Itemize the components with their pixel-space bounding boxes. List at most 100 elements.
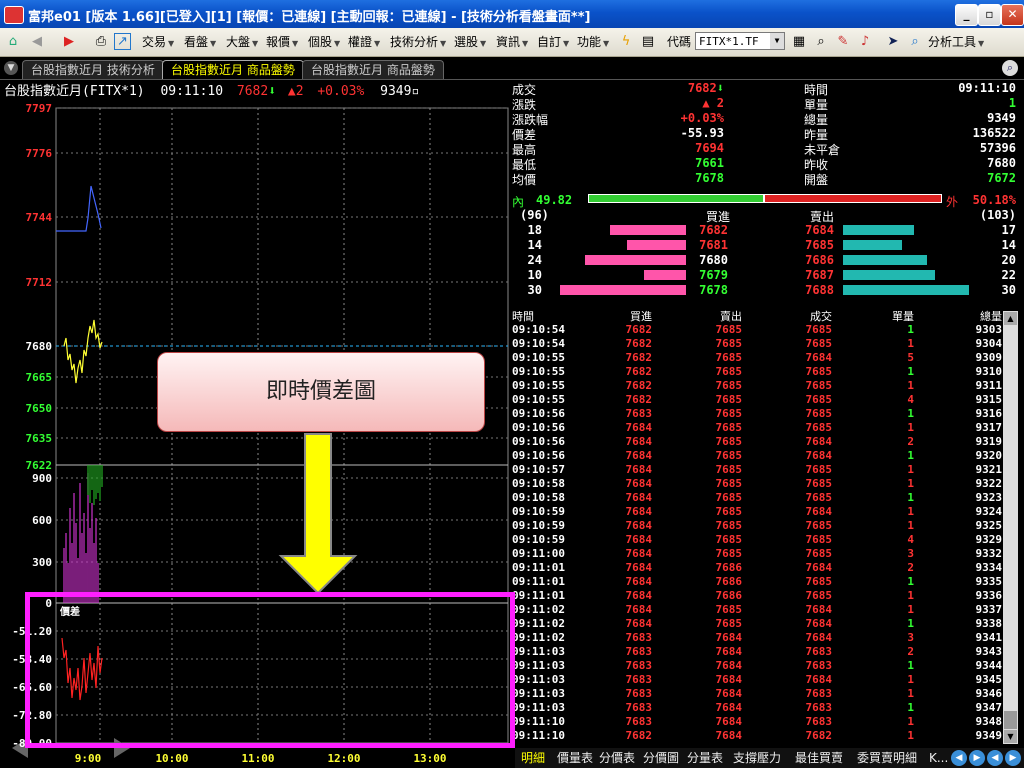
- magnifier-icon[interactable]: ⌕: [906, 33, 924, 51]
- bottom-tab[interactable]: 價量表: [557, 749, 593, 767]
- menu-item-3[interactable]: 報價 ▼: [266, 32, 298, 52]
- menu-item-1[interactable]: 看盤 ▼: [184, 32, 216, 52]
- bottom-tab[interactable]: 明細: [521, 749, 545, 767]
- menu-label: 資訊: [496, 35, 521, 49]
- tick-row[interactable]: 09:11:03 7683 7684 7683 1 9347: [512, 701, 1002, 715]
- tick-row[interactable]: 09:11:10 7682 7684 7682 1 9349: [512, 729, 1002, 743]
- menu-item-6[interactable]: 技術分析 ▼: [390, 32, 446, 52]
- chevron-down-icon[interactable]: ▼: [4, 61, 18, 75]
- tick-row[interactable]: 09:11:03 7683 7684 7684 1 9345: [512, 673, 1002, 687]
- menu-item-9[interactable]: 自訂 ▼: [537, 32, 569, 52]
- menu-item-8[interactable]: 資訊 ▼: [496, 32, 528, 52]
- tick-row[interactable]: 09:10:56 7683 7685 7685 1 9316: [512, 407, 1002, 421]
- chart-tool-icon[interactable]: ▦: [790, 33, 808, 51]
- tick-row[interactable]: 09:10:59 7684 7685 7685 1 9325: [512, 519, 1002, 533]
- tick-row[interactable]: 09:11:02 7684 7685 7684 1 9337: [512, 603, 1002, 617]
- bottom-tab[interactable]: 支撐壓力: [733, 749, 781, 767]
- tick-row[interactable]: 09:11:01 7684 7686 7685 1 9336: [512, 589, 1002, 603]
- tick-row[interactable]: 09:10:55 7682 7685 7685 1 9311: [512, 379, 1002, 393]
- menu-item-10[interactable]: 功能 ▼: [577, 32, 609, 52]
- lightning-icon[interactable]: ϟ: [617, 33, 635, 51]
- tick-row[interactable]: 09:11:10 7683 7684 7683 1 9348: [512, 715, 1002, 729]
- tick-row[interactable]: 09:11:03 7683 7684 7683 1 9344: [512, 659, 1002, 673]
- tick-row[interactable]: 09:10:54 7682 7685 7685 1 9304: [512, 337, 1002, 351]
- tick-cell: 7683: [805, 701, 833, 714]
- back-icon[interactable]: ◀: [28, 33, 46, 51]
- tab-market-overview-2[interactable]: 台股指數近月 商品盤勢: [302, 60, 444, 79]
- ask-depth-bar: [843, 285, 969, 295]
- restore-button[interactable]: ▫: [978, 4, 1001, 26]
- bottom-tab[interactable]: K...: [929, 749, 948, 767]
- tick-row[interactable]: 09:11:03 7683 7684 7683 2 9343: [512, 645, 1002, 659]
- quote-value: 1: [1008, 96, 1016, 110]
- menu-item-0[interactable]: 交易 ▼: [142, 32, 174, 52]
- tick-cell: 7683: [805, 687, 833, 700]
- search-icon[interactable]: ⌕: [812, 33, 830, 51]
- tick-row[interactable]: 09:10:58 7684 7685 7685 1 9322: [512, 477, 1002, 491]
- tick-row[interactable]: 09:11:02 7683 7684 7684 3 9341: [512, 631, 1002, 645]
- tick-row[interactable]: 09:10:56 7684 7685 7684 2 9319: [512, 435, 1002, 449]
- popout-icon[interactable]: ↗: [114, 33, 131, 50]
- tick-row[interactable]: 09:10:55 7682 7685 7684 5 9309: [512, 351, 1002, 365]
- tick-row[interactable]: 09:10:55 7682 7685 7685 4 9315: [512, 393, 1002, 407]
- tick-row[interactable]: 09:11:01 7684 7686 7685 1 9335: [512, 575, 1002, 589]
- code-input[interactable]: FITX*1.TF ▼: [695, 32, 785, 50]
- tab-technical-analysis[interactable]: 台股指數近月 技術分析: [22, 60, 164, 79]
- tick-cell: 9316: [975, 407, 1003, 420]
- arrow-down-icon: ⬇: [716, 81, 724, 95]
- tick-row[interactable]: 09:11:03 7683 7684 7683 1 9346: [512, 687, 1002, 701]
- print-icon[interactable]: ⎙: [92, 33, 110, 51]
- quote-value: 7680: [987, 156, 1016, 170]
- bottom-tab[interactable]: 最佳買賣: [795, 749, 843, 767]
- tick-row[interactable]: 09:10:59 7684 7685 7685 4 9329: [512, 533, 1002, 547]
- tick-row[interactable]: 09:10:58 7684 7685 7685 1 9323: [512, 491, 1002, 505]
- cursor-icon[interactable]: ➤: [884, 33, 902, 51]
- bell-icon[interactable]: ♪: [856, 33, 874, 51]
- tick-row[interactable]: 09:10:59 7684 7685 7684 1 9324: [512, 505, 1002, 519]
- menu-item-7[interactable]: 選股 ▼: [454, 32, 486, 52]
- outer-pct: 50.18%: [972, 193, 1016, 207]
- forward-icon[interactable]: ▶: [60, 33, 78, 51]
- analysis-tools-menu[interactable]: 分析工具 ▼: [928, 32, 984, 52]
- tick-row[interactable]: 09:10:56 7684 7685 7684 1 9320: [512, 449, 1002, 463]
- bottom-tab[interactable]: 分價圖: [643, 749, 679, 767]
- tab-first-icon[interactable]: ◀: [987, 750, 1003, 766]
- menu-item-4[interactable]: 個股 ▼: [308, 32, 340, 52]
- notebook-icon[interactable]: ▤: [639, 33, 657, 51]
- tick-row[interactable]: 09:10:54 7682 7685 7685 1 9303: [512, 323, 1002, 337]
- tab-prev-icon[interactable]: ◀: [951, 750, 967, 766]
- menu-item-5[interactable]: 權證 ▼: [348, 32, 380, 52]
- alert-icon[interactable]: ✎: [834, 33, 852, 51]
- bid-price: 7678: [699, 283, 728, 297]
- tick-cell: 7683: [625, 645, 653, 658]
- tick-row[interactable]: 09:11:01 7684 7686 7684 2 9334: [512, 561, 1002, 575]
- minimize-button[interactable]: _: [955, 4, 978, 26]
- tick-row[interactable]: 09:11:02 7684 7685 7684 1 9338: [512, 617, 1002, 631]
- bottom-tab[interactable]: 分價表: [599, 749, 635, 767]
- tick-cell: 7683: [805, 659, 833, 672]
- menu-item-2[interactable]: 大盤 ▼: [226, 32, 258, 52]
- tick-row[interactable]: 09:10:57 7684 7685 7685 1 9321: [512, 463, 1002, 477]
- zoom-icon[interactable]: ⌕: [1002, 60, 1018, 76]
- tick-row[interactable]: 09:10:55 7682 7685 7685 1 9310: [512, 365, 1002, 379]
- tick-cell: 7683: [625, 715, 653, 728]
- close-button[interactable]: ✕: [1001, 4, 1024, 26]
- tab-last-icon[interactable]: ▶: [1005, 750, 1021, 766]
- tick-cell: 7685: [715, 491, 743, 504]
- quote-value: 9349: [987, 111, 1016, 125]
- tick-row[interactable]: 09:10:56 7684 7685 7685 1 9317: [512, 421, 1002, 435]
- tick-scrollbar[interactable]: ▲ ▼: [1003, 311, 1018, 744]
- home-icon[interactable]: ⌂: [4, 33, 22, 51]
- scroll-down-icon[interactable]: ▼: [1004, 730, 1017, 743]
- scroll-up-icon[interactable]: ▲: [1004, 312, 1017, 325]
- tick-cell: 7685: [805, 393, 833, 406]
- bottom-tab[interactable]: 分量表: [687, 749, 723, 767]
- tab-market-overview[interactable]: 台股指數近月 商品盤勢: [162, 60, 304, 79]
- tab-next-icon[interactable]: ▶: [969, 750, 985, 766]
- scroll-thumb[interactable]: [1004, 711, 1017, 729]
- chevron-down-icon[interactable]: ▼: [770, 33, 784, 49]
- bid-qty: 10: [527, 268, 542, 282]
- tick-row[interactable]: 09:11:00 7684 7685 7685 3 9332: [512, 547, 1002, 561]
- app-icon: [4, 6, 24, 24]
- bottom-tab[interactable]: 委買賣明細: [857, 749, 917, 767]
